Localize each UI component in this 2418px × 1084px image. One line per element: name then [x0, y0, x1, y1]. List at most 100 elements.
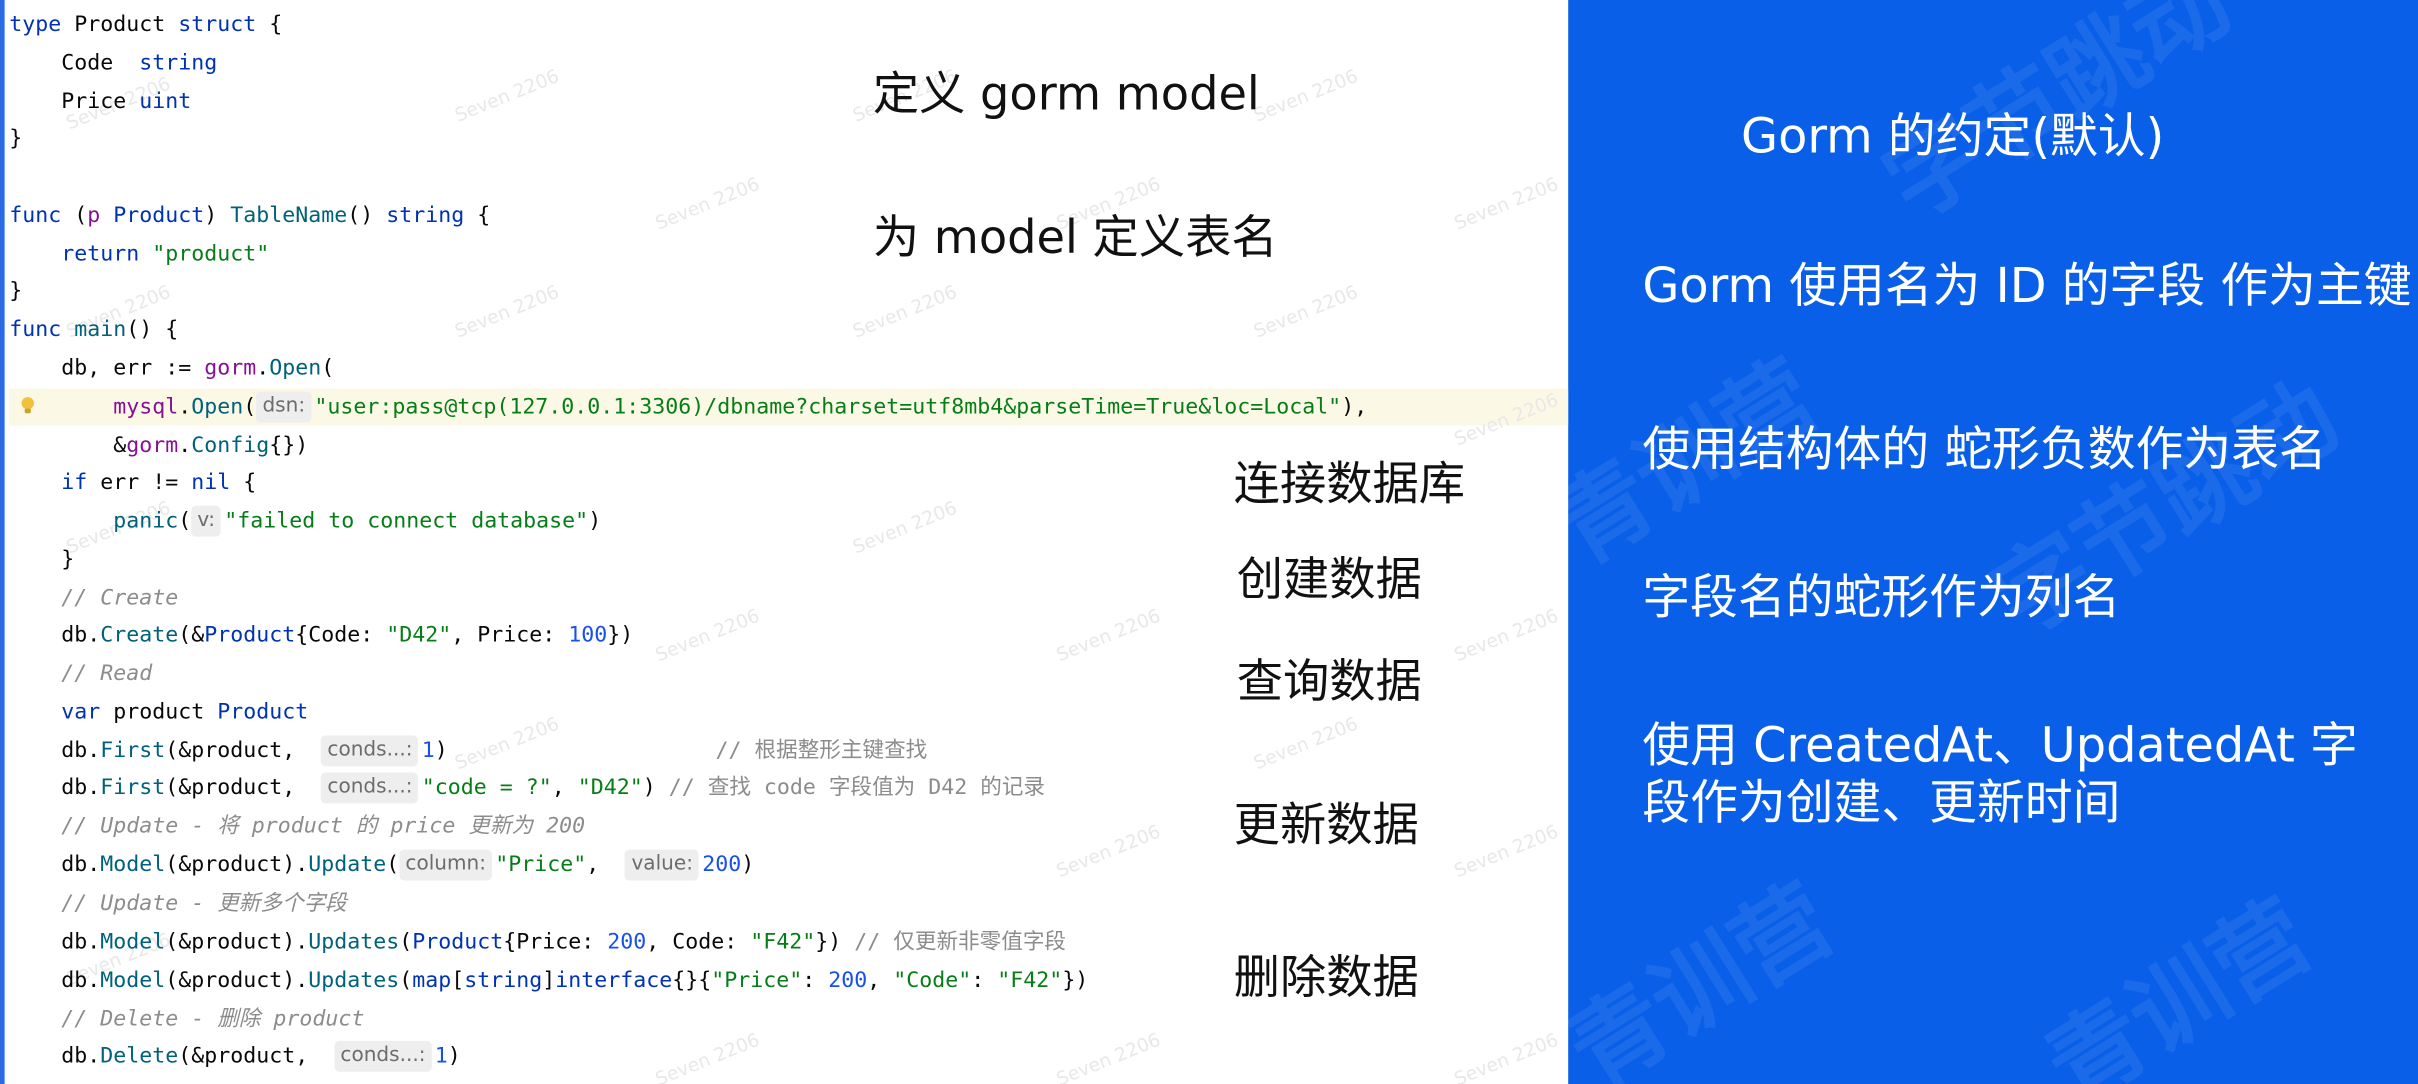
code-token: {}) [269, 433, 309, 458]
code-comment: // 根据整形主键查找 [715, 738, 928, 764]
code-token: struct [178, 12, 257, 38]
code-line[interactable]: db.Model(&product).Update(column: "Price"… [9, 847, 754, 884]
code-token: "Price" [711, 968, 803, 994]
code-token: err != [87, 470, 192, 495]
watermark: Seven 2206 [652, 1028, 763, 1084]
code-line[interactable]: return "product" [9, 236, 269, 273]
code-line[interactable]: db.Delete(&product, conds...: 1) [9, 1038, 461, 1075]
code-token: ] [542, 968, 556, 994]
code-line[interactable]: db.First(&product, conds...: "code = ?", … [9, 769, 1045, 806]
watermark: Seven 2206 [451, 64, 563, 127]
code-token: TableName [230, 203, 348, 229]
code-token: Model [100, 929, 166, 955]
code-token: (&product). [165, 968, 309, 994]
code-line[interactable]: type Product struct { [9, 6, 282, 43]
conventions-panel: 字节跳动 青训营 字节跳动 青训营 青训营 Gorm 的约定(默认) Gorm … [1568, 0, 2418, 1084]
code-line[interactable]: // Update - 更新多个字段 [9, 885, 347, 922]
code-token: ( [321, 356, 335, 381]
code-line[interactable]: // Delete - 删除 product [9, 1001, 364, 1038]
code-comment: // Update - 将 product 的 price 更新为 200 [9, 814, 586, 839]
watermark: Seven 2206 [849, 496, 960, 559]
code-token: Product [113, 203, 205, 229]
annotation-define-table: 为 model 定义表名 [872, 211, 1278, 266]
code-token: db. [9, 929, 101, 955]
code-token: () [347, 203, 387, 229]
code-token: nil [191, 470, 231, 495]
watermark: Seven 2206 [1250, 712, 1361, 774]
code-token: return [9, 242, 140, 267]
code-token: ) [642, 775, 669, 801]
code-line[interactable]: mysql.Open(dsn: "user:pass@tcp(127.0.0.1:… [9, 389, 1367, 426]
conventions-title: Gorm 的约定(默认) [1741, 109, 2165, 165]
code-line[interactable]: db.First(&product, conds...: 1) // 根据整形主键查… [9, 732, 927, 769]
code-line[interactable]: func main() { [9, 311, 178, 348]
convention-timestamps: 使用 CreatedAt、UpdatedAt 字 [1642, 718, 2358, 775]
code-token: ( [386, 852, 400, 878]
code-token: { [256, 12, 283, 38]
code-token: "Price" [495, 852, 587, 878]
code-line[interactable]: panic(v: "failed to connect database") [9, 503, 601, 540]
code-token: }) [815, 929, 855, 955]
code-line[interactable]: db, err := gorm.Open( [9, 350, 334, 387]
code-token: , Price: [451, 622, 569, 648]
code-line[interactable]: db.Create(&Product{Code: "D42", Price: 1… [9, 617, 633, 654]
code-token: type [9, 12, 62, 38]
code-token: 100 [568, 622, 608, 648]
code-token: map [412, 968, 452, 994]
parameter-hint: v: [191, 505, 222, 537]
code-line[interactable]: // Update - 将 product 的 price 更新为 200 [9, 808, 585, 845]
watermark: Seven 2206 [849, 280, 960, 343]
code-line[interactable]: db.Model(&product).Updates(map[string]in… [9, 962, 1088, 999]
watermark: Seven 2206 [1451, 172, 1562, 235]
code-line[interactable]: func (p Product) TableName() string { [9, 197, 490, 234]
watermark: Seven 2206 [652, 604, 763, 666]
code-line[interactable]: } [9, 273, 22, 310]
code-line[interactable]: db.Model(&product).Updates(Product{Price… [9, 924, 1066, 961]
code-line[interactable]: var product Product [9, 694, 308, 731]
code-token: {Code: [295, 622, 387, 648]
code-token: , [586, 852, 626, 878]
code-token: Code [9, 50, 140, 76]
code-token: "user:pass@tcp(127.0.0.1:3306)/dbname?ch… [314, 394, 1342, 420]
code-token: "F42" [997, 968, 1063, 994]
convention-table-name: 使用结构体的 蛇形负数作为表名 [1642, 422, 2327, 479]
slide: Seven 2206 Seven 2206 Seven 2206 Seven 2… [0, 0, 2418, 1084]
code-token: Open [191, 394, 244, 420]
code-token: & [9, 433, 127, 458]
code-line[interactable]: // Read [9, 655, 152, 692]
convention-column-name: 字段名的蛇形作为列名 [1642, 570, 2121, 627]
code-line[interactable]: Code string [9, 45, 217, 82]
code-token: "F42" [750, 929, 816, 955]
code-token: 1 [421, 738, 435, 764]
code-token: func [9, 203, 62, 229]
code-line[interactable]: } [9, 120, 22, 157]
code-token: ) [588, 508, 602, 534]
watermark: Seven 2206 [451, 712, 563, 774]
code-token: string [464, 968, 543, 994]
code-comment: // 仅更新非零值字段 [854, 929, 1067, 955]
watermark: Seven 2206 [1053, 604, 1164, 666]
code-token: . [178, 433, 192, 458]
code-line[interactable]: // Create [9, 580, 178, 617]
code-line[interactable]: &gorm.Config{}) [9, 427, 308, 464]
code-line[interactable]: } [9, 541, 74, 578]
code-token: panic [113, 508, 179, 534]
code-token: Update [308, 852, 387, 878]
code-token: }) [607, 622, 634, 648]
watermark: Seven 2206 [652, 172, 763, 235]
code-line[interactable]: Price uint [9, 83, 191, 120]
code-line[interactable]: if err != nil { [9, 464, 256, 501]
parameter-hint: dsn: [256, 391, 312, 423]
code-token: main [74, 317, 127, 343]
code-token: . [256, 356, 270, 381]
code-token: ) [741, 852, 755, 878]
annotation-update-data: 更新数据 [1233, 798, 1419, 853]
annotation-define-model: 定义 gorm model [872, 67, 1260, 122]
code-token: product [100, 700, 218, 725]
code-token: db. [9, 1043, 101, 1069]
code-token: ), [1341, 394, 1368, 420]
code-token: db. [9, 852, 101, 878]
